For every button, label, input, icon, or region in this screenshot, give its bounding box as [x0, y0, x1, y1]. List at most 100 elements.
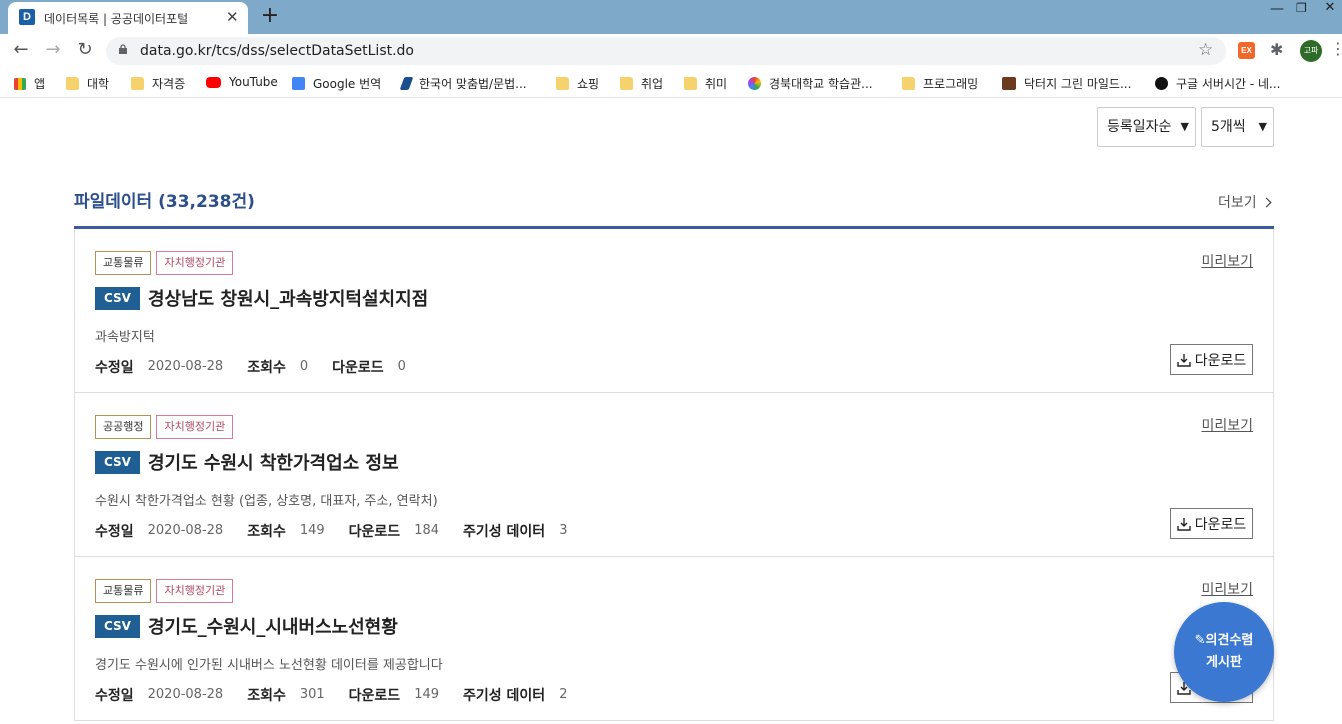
result-count: (33,238건) [158, 192, 255, 212]
periodic-value: 3 [559, 523, 568, 538]
category-tag[interactable]: 교통물류 [95, 251, 152, 275]
window-minimize-button[interactable]: — [1270, 1, 1284, 17]
modified-label: 수정일 [95, 360, 134, 376]
feedback-board-button[interactable]: ✎의견수렴 게시판 [1174, 602, 1274, 702]
views-label: 조회수 [247, 688, 286, 704]
dataset-title-link[interactable]: CSV 경상남도 창원시_과속방지턱설치지점 [95, 285, 428, 311]
dataset-meta: 수정일 2020-08-28 조회수 0 다운로드 0 [95, 357, 430, 377]
download-button[interactable]: 다운로드 [1170, 508, 1253, 539]
dataset-title: 경기도 수원시 착한가격업소 정보 [147, 453, 399, 474]
youtube-icon [206, 76, 221, 88]
list-item: 교통물류 자치행정기관 미리보기 CSV 경기도_수원시_시내버스노선현황 경기… [74, 557, 1274, 721]
bookmark-star-icon[interactable]: ☆ [1198, 40, 1213, 60]
org-type-tag[interactable]: 자치행정기관 [156, 415, 234, 439]
bookmark-google-translate[interactable]: Google 번역 [292, 75, 381, 92]
dataset-title: 경기도_수원시_시내버스노선현황 [147, 617, 398, 638]
bookmark-apps[interactable]: 앱 [14, 75, 45, 92]
extensions-puzzle-icon[interactable]: ✱ [1270, 40, 1283, 59]
bookmark-server-time[interactable]: 구글 서버시간 - 네... [1155, 75, 1281, 92]
periodic-value: 2 [559, 687, 568, 702]
extension-ex-icon[interactable]: EX [1238, 42, 1255, 59]
bookmark-folder[interactable]: 쇼핑 [556, 75, 599, 92]
modified-value: 2020-08-28 [147, 359, 224, 374]
bookmark-youtube[interactable]: YouTube [206, 75, 278, 89]
downloads-value: 184 [414, 523, 440, 538]
browser-menu-icon[interactable]: ⋮ [1330, 39, 1342, 58]
downloads-value: 149 [414, 687, 440, 702]
bookmarks-bar: 앱 대학 자격증 YouTube Google 번역 한국어 맞춤법/문법...… [0, 68, 1342, 98]
bookmark-spellcheck[interactable]: 한국어 맞춤법/문법... [399, 75, 527, 92]
list-item: 교통물류 자치행정기관 미리보기 CSV 경상남도 창원시_과속방지턱설치지점 … [74, 229, 1274, 393]
modified-label: 수정일 [95, 524, 134, 540]
site-favicon-icon: D [19, 9, 35, 25]
folder-icon [556, 77, 569, 90]
downloads-value: 0 [397, 359, 406, 374]
bookmark-drg[interactable]: 닥터지 그린 마일드... [1002, 75, 1131, 92]
category-tag[interactable]: 교통물류 [95, 579, 152, 603]
folder-icon [620, 77, 633, 90]
address-bar[interactable]: data.go.kr/tcs/dss/selectDataSetList.do … [106, 37, 1226, 65]
browser-tab-active[interactable]: D 데이터목록 | 공공데이터포털 ✕ [8, 2, 248, 34]
dataset-title-link[interactable]: CSV 경기도 수원시 착한가격업소 정보 [95, 449, 399, 475]
org-type-tag[interactable]: 자치행정기관 [156, 579, 234, 603]
new-tab-button[interactable]: + [260, 3, 280, 28]
downloads-label: 다운로드 [332, 360, 384, 376]
folder-icon [131, 77, 144, 90]
pencil-icon: ✎ [1194, 633, 1206, 648]
download-icon [1177, 517, 1191, 531]
dataset-meta: 수정일 2020-08-28 조회수 149 다운로드 184 주기성 데이터 3 [95, 521, 591, 541]
forward-arrow-icon[interactable]: → [42, 39, 64, 60]
window-maximize-button[interactable]: ❐ [1296, 1, 1307, 15]
sort-select[interactable]: 등록일자순 ▼ [1097, 107, 1196, 147]
lock-icon [119, 44, 127, 54]
views-value: 0 [299, 359, 309, 374]
apps-grid-icon [14, 77, 26, 90]
chevron-right-icon [1261, 197, 1272, 208]
preview-link[interactable]: 미리보기 [1201, 579, 1253, 599]
download-button[interactable]: 다운로드 [1170, 344, 1253, 375]
window-close-button[interactable]: ✕ [1318, 0, 1342, 20]
preview-link[interactable]: 미리보기 [1201, 251, 1253, 271]
bookmark-folder[interactable]: 자격증 [131, 75, 185, 92]
spellcheck-icon [399, 77, 414, 90]
section-title: 파일데이터 (33,238건) [74, 192, 255, 212]
bookmark-folder[interactable]: 프로그래밍 [902, 75, 978, 92]
browser-toolbar: ← → ↻ data.go.kr/tcs/dss/selectDataSetLi… [0, 34, 1342, 68]
profile-avatar[interactable]: 고파 [1300, 40, 1322, 62]
format-badge: CSV [95, 614, 140, 638]
bookmark-knu[interactable]: 경북대학교 학습관... [748, 75, 873, 92]
more-link[interactable]: 더보기 [1218, 192, 1272, 212]
org-type-tag[interactable]: 자치행정기관 [156, 251, 234, 275]
tag-group: 교통물류 자치행정기관 [95, 251, 234, 275]
url-text[interactable]: data.go.kr/tcs/dss/selectDataSetList.do [140, 43, 414, 59]
modified-value: 2020-08-28 [147, 523, 224, 538]
download-icon [1177, 353, 1191, 367]
downloads-label: 다운로드 [348, 688, 401, 704]
reload-icon[interactable]: ↻ [74, 39, 96, 60]
bookmark-folder[interactable]: 취미 [684, 75, 727, 92]
back-arrow-icon[interactable]: ← [10, 39, 32, 60]
views-value: 149 [299, 523, 325, 538]
views-value: 301 [299, 687, 325, 702]
tag-group: 공공행정 자치행정기관 [95, 415, 234, 439]
tab-close-icon[interactable]: ✕ [226, 8, 239, 26]
page-size-select[interactable]: 5개씩 ▼ [1201, 107, 1274, 147]
bookmark-folder[interactable]: 취업 [620, 75, 663, 92]
dataset-title: 경상남도 창원시_과속방지턱설치지점 [147, 289, 429, 310]
preview-link[interactable]: 미리보기 [1201, 415, 1253, 435]
downloads-label: 다운로드 [348, 524, 401, 540]
category-tag[interactable]: 공공행정 [95, 415, 152, 439]
dataset-title-link[interactable]: CSV 경기도_수원시_시내버스노선현황 [95, 613, 398, 639]
list-item: 공공행정 자치행정기관 미리보기 CSV 경기도 수원시 착한가격업소 정보 수… [74, 393, 1274, 557]
dataset-description: 수원시 착한가격업소 현황 (업종, 상호명, 대표자, 주소, 연락처) [95, 494, 438, 509]
tag-group: 교통물류 자치행정기관 [95, 579, 234, 603]
periodic-label: 주기성 데이터 [463, 524, 546, 540]
dataset-list: 교통물류 자치행정기관 미리보기 CSV 경상남도 창원시_과속방지턱설치지점 … [74, 226, 1274, 721]
periodic-label: 주기성 데이터 [463, 688, 546, 704]
format-badge: CSV [95, 286, 140, 310]
bookmark-folder[interactable]: 대학 [66, 75, 109, 92]
google-translate-icon [292, 77, 305, 90]
dataset-description: 과속방지턱 [95, 330, 155, 345]
chevron-down-icon: ▼ [1180, 120, 1189, 133]
chevron-down-icon: ▼ [1258, 120, 1267, 133]
